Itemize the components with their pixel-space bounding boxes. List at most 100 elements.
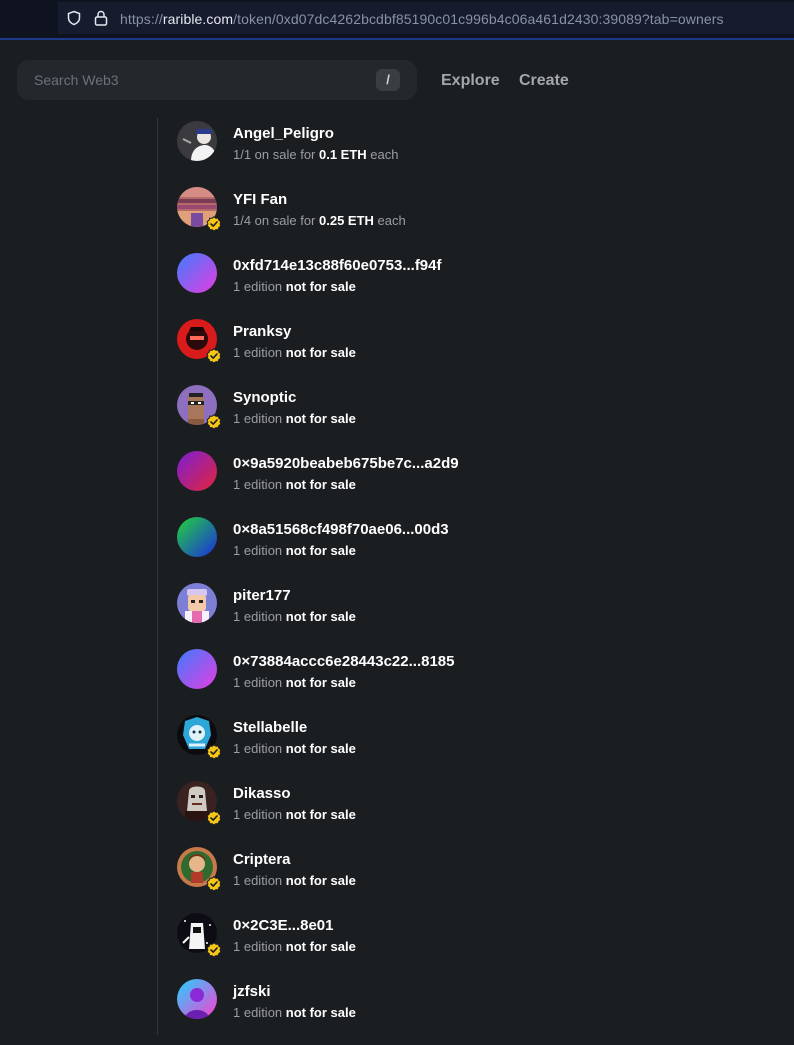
verified-badge-icon [206, 744, 222, 760]
sale-status-prefix: 1 edition [233, 543, 286, 558]
sale-status-prefix: 1 edition [233, 1005, 286, 1020]
lock-icon[interactable] [94, 10, 108, 26]
owner-avatar[interactable] [177, 649, 217, 689]
sale-status-suffix: each [373, 213, 406, 228]
owner-row[interactable]: 0xfd714e13c88f60e0753...f94f 1 edition no… [177, 253, 777, 319]
sale-status-value: not for sale [285, 939, 356, 954]
owner-avatar[interactable] [177, 451, 217, 491]
sale-status-value: not for sale [285, 345, 356, 360]
search-box[interactable]: / [17, 60, 417, 100]
address-bar[interactable]: https://rarible.com/token/0xd07dc4262bcd… [58, 2, 794, 34]
owner-name[interactable]: 0×8a51568cf498f70ae06...00d3 [233, 521, 449, 538]
owner-row[interactable]: Pranksy 1 edition not for sale [177, 319, 777, 385]
verified-badge-icon [206, 414, 222, 430]
owner-row[interactable]: piter177 1 edition not for sale [177, 583, 777, 649]
owner-sale-status: 1/4 on sale for 0.25 ETH each [233, 213, 406, 228]
owner-name[interactable]: Stellabelle [233, 719, 307, 736]
sale-status-value: not for sale [285, 477, 356, 492]
owner-row[interactable]: Dikasso 1 edition not for sale [177, 781, 777, 847]
verified-badge-icon [206, 216, 222, 232]
nav-create-link[interactable]: Create [519, 72, 569, 90]
owner-sale-status: 1/1 on sale for 0.1 ETH each [233, 147, 399, 162]
owner-row[interactable]: Criptera 1 edition not for sale [177, 847, 777, 913]
sale-status-value: not for sale [285, 1005, 356, 1020]
owner-sale-status: 1 edition not for sale [233, 411, 356, 426]
owner-row[interactable]: 0×8a51568cf498f70ae06...00d3 1 edition no… [177, 517, 777, 583]
owner-row[interactable]: 0×9a5920beabeb675be7c...a2d9 1 edition no… [177, 451, 777, 517]
verified-badge-icon [206, 810, 222, 826]
sale-status-prefix: 1 edition [233, 741, 286, 756]
owner-avatar[interactable] [177, 583, 217, 623]
owner-avatar[interactable] [177, 517, 217, 557]
browser-toolbar: https://rarible.com/token/0xd07dc4262bcd… [0, 0, 794, 40]
owner-avatar[interactable] [177, 979, 217, 1019]
nav-explore-link[interactable]: Explore [441, 72, 500, 90]
owner-sale-status: 1 edition not for sale [233, 939, 356, 954]
panel-divider [157, 118, 158, 1035]
verified-badge-icon [206, 942, 222, 958]
owner-sale-status: 1 edition not for sale [233, 1005, 356, 1020]
owner-name[interactable]: Criptera [233, 851, 291, 868]
sale-status-value: not for sale [285, 741, 356, 756]
sale-status-prefix: 1 edition [233, 609, 286, 624]
sale-status-value: 0.25 ETH [319, 213, 374, 228]
owner-name[interactable]: Dikasso [233, 785, 291, 802]
owner-name[interactable]: Pranksy [233, 323, 291, 340]
verified-badge-icon [206, 876, 222, 892]
verified-badge-icon [206, 348, 222, 364]
search-input[interactable] [17, 60, 417, 100]
sale-status-prefix: 1 edition [233, 807, 286, 822]
owner-row[interactable]: YFI Fan 1/4 on sale for 0.25 ETH each [177, 187, 777, 253]
owner-sale-status: 1 edition not for sale [233, 675, 356, 690]
url-path: /token/0xd07dc4262bcdbf85190c01c996b4c06… [233, 11, 724, 27]
owner-row[interactable]: 0×2C3E...8e01 1 edition not for sale [177, 913, 777, 979]
sale-status-prefix: 1 edition [233, 939, 286, 954]
owner-name[interactable]: Synoptic [233, 389, 296, 406]
owner-name[interactable]: jzfski [233, 983, 271, 1000]
owner-row[interactable]: jzfski 1 edition not for sale [177, 979, 777, 1045]
url-prefix: https:// [120, 11, 163, 27]
owner-sale-status: 1 edition not for sale [233, 279, 356, 294]
owner-name[interactable]: piter177 [233, 587, 291, 604]
sale-status-prefix: 1 edition [233, 345, 286, 360]
owner-avatar[interactable] [177, 121, 217, 161]
shield-icon[interactable] [66, 10, 82, 26]
owner-sale-status: 1 edition not for sale [233, 345, 356, 360]
owner-sale-status: 1 edition not for sale [233, 741, 356, 756]
owner-name[interactable]: 0×9a5920beabeb675be7c...a2d9 [233, 455, 459, 472]
sale-status-value: not for sale [285, 675, 356, 690]
owners-list: Angel_Peligro 1/1 on sale for 0.1 ETH eac… [177, 121, 777, 1045]
owner-name[interactable]: YFI Fan [233, 191, 287, 208]
sale-status-prefix: 1 edition [233, 477, 286, 492]
sale-status-value: not for sale [285, 543, 356, 558]
owner-sale-status: 1 edition not for sale [233, 873, 356, 888]
sale-status-value: 0.1 ETH [319, 147, 367, 162]
sale-status-prefix: 1 edition [233, 279, 286, 294]
owner-sale-status: 1 edition not for sale [233, 477, 356, 492]
sale-status-value: not for sale [285, 807, 356, 822]
sale-status-value: not for sale [285, 411, 356, 426]
owner-avatar[interactable] [177, 253, 217, 293]
search-shortcut-key: / [376, 69, 400, 91]
owner-name[interactable]: 0×73884accc6e28443c22...8185 [233, 653, 454, 670]
owner-name[interactable]: 0×2C3E...8e01 [233, 917, 334, 934]
owner-row[interactable]: Stellabelle 1 edition not for sale [177, 715, 777, 781]
sale-status-prefix: 1 edition [233, 873, 286, 888]
owner-sale-status: 1 edition not for sale [233, 543, 356, 558]
owner-row[interactable]: Synoptic 1 edition not for sale [177, 385, 777, 451]
site-header: / Explore Create [0, 40, 794, 118]
owner-row[interactable]: Angel_Peligro 1/1 on sale for 0.1 ETH eac… [177, 121, 777, 187]
owner-name[interactable]: 0xfd714e13c88f60e0753...f94f [233, 257, 442, 274]
owner-name[interactable]: Angel_Peligro [233, 125, 334, 142]
url-text[interactable]: https://rarible.com/token/0xd07dc4262bcd… [120, 11, 724, 27]
sale-status-value: not for sale [285, 873, 356, 888]
sale-status-prefix: 1/4 on sale for [233, 213, 319, 228]
owner-sale-status: 1 edition not for sale [233, 609, 356, 624]
sale-status-suffix: each [366, 147, 399, 162]
sale-status-value: not for sale [285, 279, 356, 294]
sale-status-value: not for sale [285, 609, 356, 624]
owner-sale-status: 1 edition not for sale [233, 807, 356, 822]
sale-status-prefix: 1 edition [233, 675, 286, 690]
sale-status-prefix: 1/1 on sale for [233, 147, 319, 162]
owner-row[interactable]: 0×73884accc6e28443c22...8185 1 edition no… [177, 649, 777, 715]
